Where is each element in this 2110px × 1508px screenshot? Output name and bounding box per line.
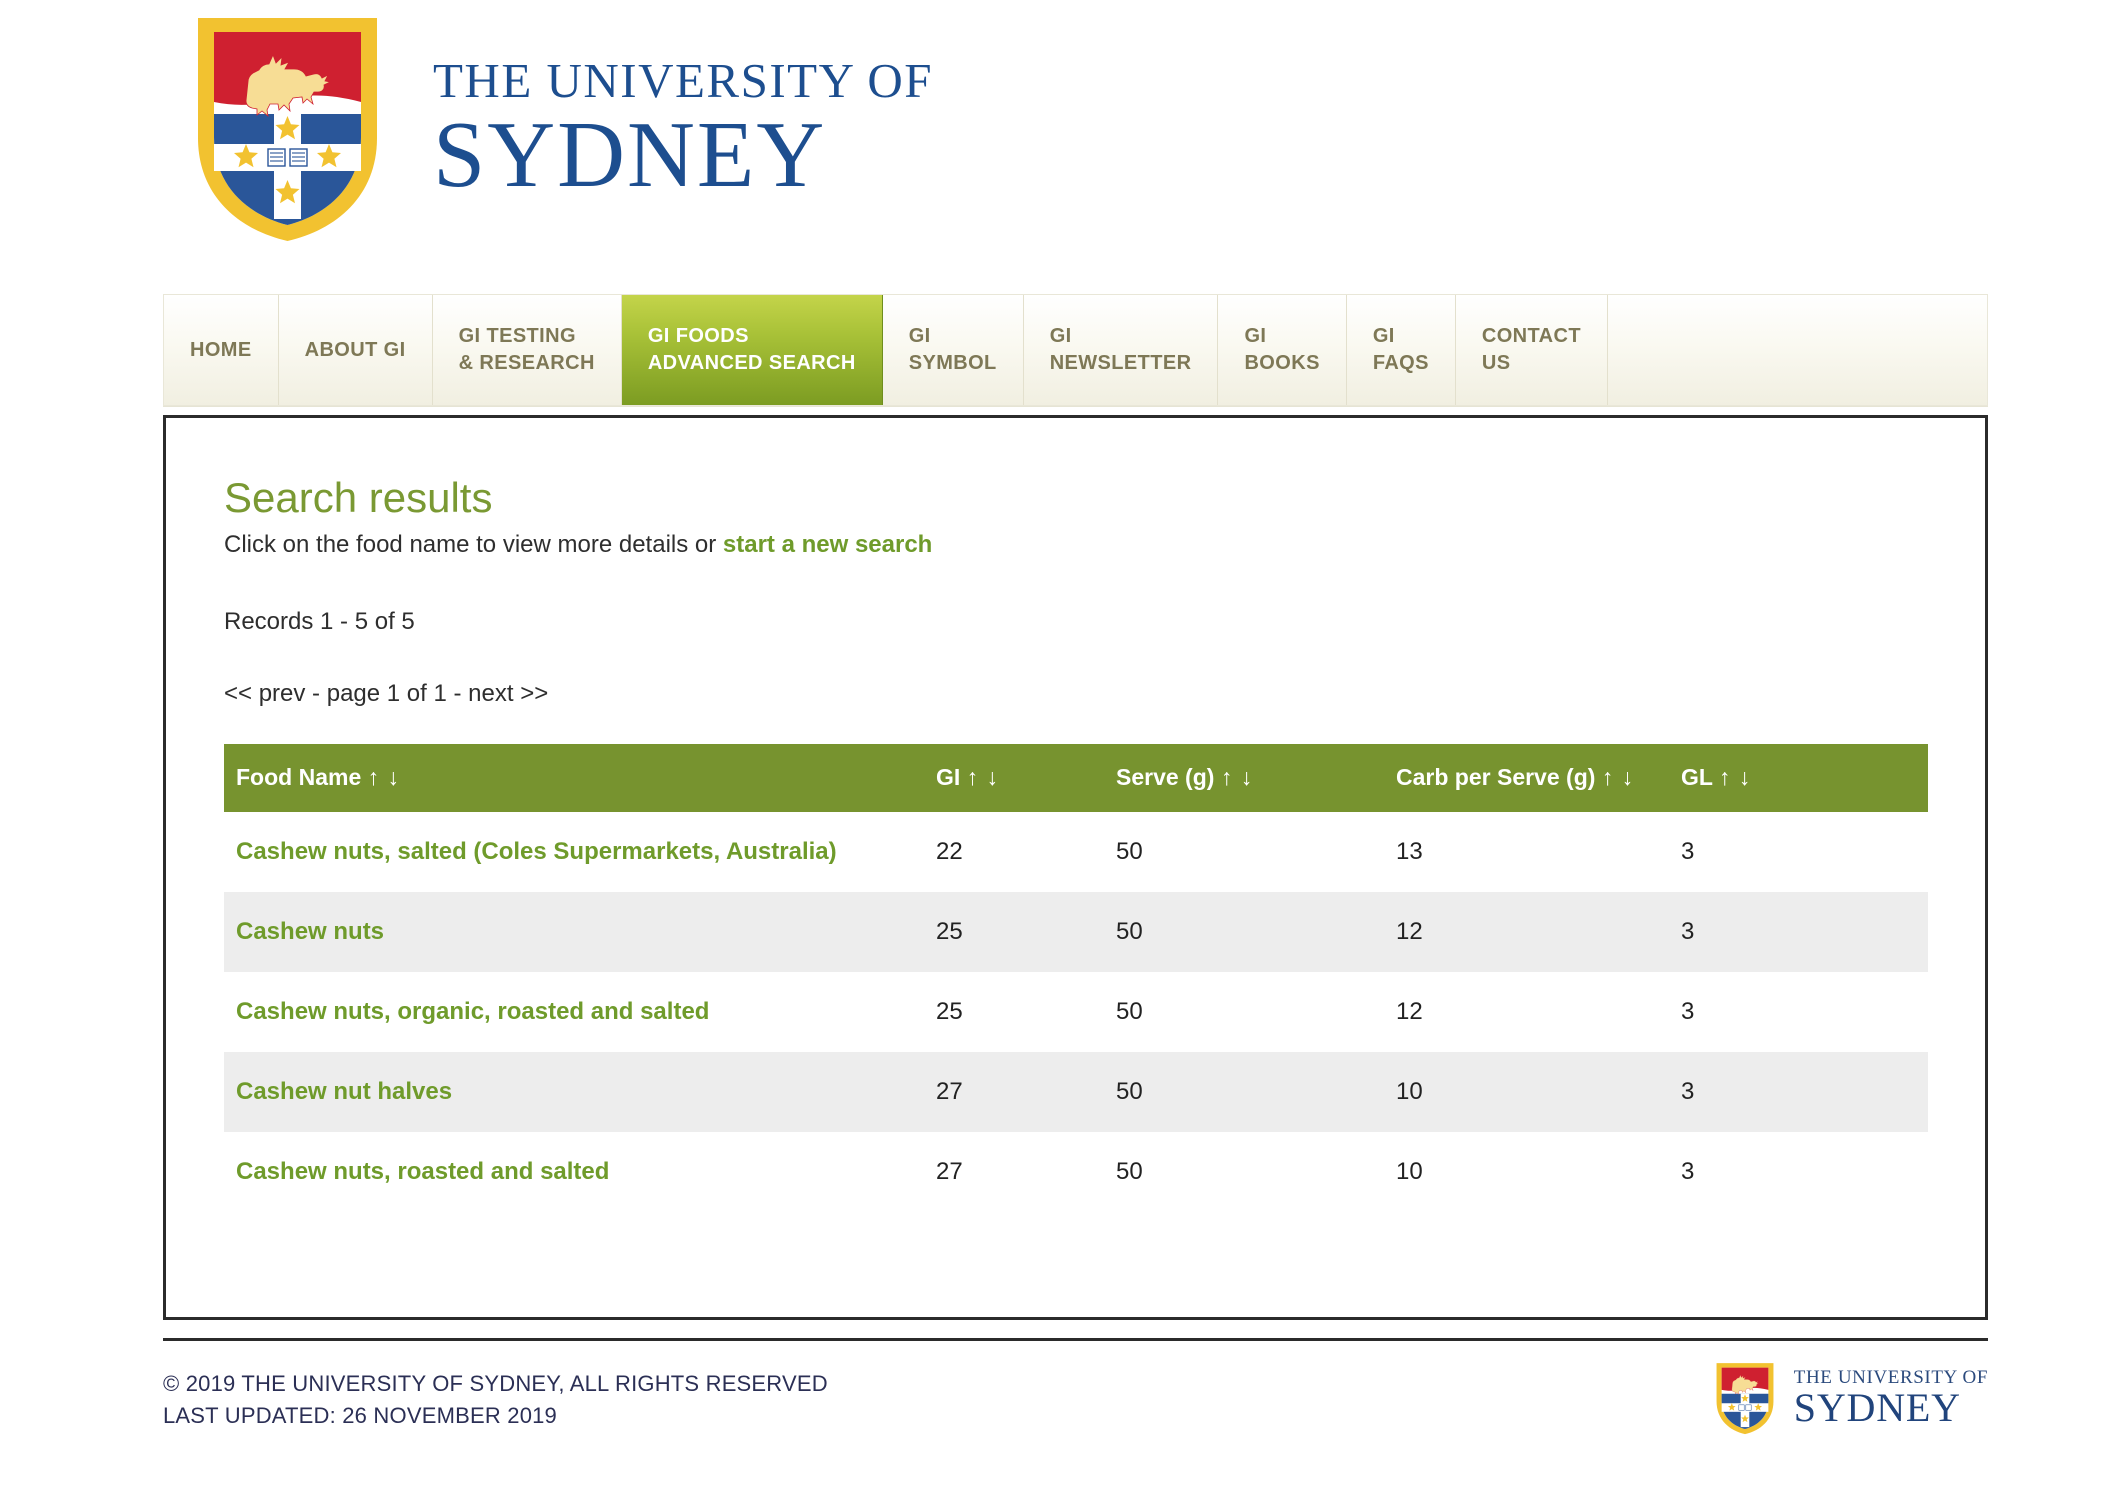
cell-serve-value: 50: [1116, 1051, 1396, 1132]
sort-arrows-icon-serve[interactable]: ↑ ↓: [1221, 764, 1253, 790]
cell-carb-per-serve-value: 10: [1396, 1157, 1423, 1185]
nav-item-label: GI BOOKS: [1244, 325, 1320, 374]
cell-food-name[interactable]: Cashew nut halves: [224, 1051, 936, 1132]
next-page-link[interactable]: next >>: [468, 680, 548, 707]
nav-item-gi-testing-research[interactable]: GI TESTING & RESEARCH: [432, 295, 622, 405]
nav-item-contact-us[interactable]: CONTACT US: [1455, 295, 1608, 405]
nav-item-label: HOME: [190, 338, 252, 361]
nav-item-label: CONTACT US: [1481, 325, 1581, 374]
cell-serve-value: 50: [1116, 1157, 1143, 1185]
table-row: Cashew nut halves 27 50 10 3: [224, 1051, 1928, 1132]
table-row: Cashew nuts, organic, roasted and salted…: [224, 972, 1928, 1052]
cell-gl-value: 3: [1681, 997, 1695, 1025]
sort-arrows-icon-gi[interactable]: ↑ ↓: [967, 764, 999, 790]
cell-food-name[interactable]: Cashew nuts: [224, 891, 936, 972]
nav-item-gi-newsletter[interactable]: GI NEWSLETTER: [1023, 295, 1219, 405]
column-label-gl: GL: [1681, 764, 1713, 791]
nav-item-label: GI FOODS ADVANCED SEARCH: [647, 325, 856, 374]
column-header-carb-per-serve[interactable]: Carb per Serve (g) ↑ ↓: [1396, 743, 1681, 812]
nav-item-label: GI NEWSLETTER: [1049, 325, 1192, 374]
nav-spacer: [1607, 295, 1987, 405]
cell-gi-value: 27: [936, 1157, 963, 1185]
table-header-row: Food Name ↑ ↓ GI ↑ ↓ Serve (g) ↑ ↓ Carb …: [224, 743, 1928, 812]
column-header-gi[interactable]: GI ↑ ↓: [936, 743, 1116, 812]
nav-item-gi-symbol[interactable]: GI SYMBOL: [882, 295, 1024, 405]
university-wordmark: THE UNIVERSITY OF SYDNEY: [433, 56, 933, 204]
cell-serve-value: 50: [1116, 891, 1396, 972]
column-header-gl[interactable]: GL ↑ ↓: [1681, 743, 1928, 812]
table-header: Food Name ↑ ↓ GI ↑ ↓ Serve (g) ↑ ↓ Carb …: [224, 743, 1928, 812]
university-crest-icon: [190, 10, 385, 245]
instruction-text: Click on the food name to view more deta…: [224, 528, 1925, 562]
main-navigation: HOME ABOUT GI GI TESTING & RESEARCH GI FOOD…: [163, 294, 1988, 406]
cell-gl-value: 3: [1681, 1051, 1928, 1132]
site-logo[interactable]: THE UNIVERSITY OF SYDNEY: [190, 10, 933, 245]
column-label-food-name: Food Name: [236, 764, 362, 791]
pagination-controls: << prev - page 1 of 1 - next >>: [224, 680, 1925, 708]
cell-gi-value: 25: [936, 997, 963, 1025]
pager-separator-1: -: [305, 679, 327, 707]
cell-gi-value: 27: [936, 1051, 1116, 1132]
wordmark-line-2: SYDNEY: [433, 102, 827, 207]
cell-serve-value: 50: [1116, 997, 1143, 1025]
instruction-prefix: Click on the food name to view more deta…: [224, 531, 723, 559]
site-footer: © 2019 THE UNIVERSITY OF SYDNEY, ALL RIG…: [163, 1358, 1988, 1498]
nav-item-gi-foods-advanced-search[interactable]: GI FOODS ADVANCED SEARCH: [621, 295, 883, 405]
nav-item-gi-books[interactable]: GI BOOKS: [1218, 295, 1347, 405]
cell-carb-per-serve-value: 13: [1396, 837, 1423, 865]
cell-gl-value: 3: [1681, 1157, 1695, 1185]
column-header-serve[interactable]: Serve (g) ↑ ↓: [1116, 743, 1396, 812]
footer-wordmark: THE UNIVERSITY OF SYDNEY: [1794, 1368, 1988, 1429]
footer-wordmark-line-2: SYDNEY: [1793, 1384, 1961, 1430]
nav-item-label: ABOUT GI: [304, 338, 406, 361]
pager-separator-2: -: [446, 679, 469, 707]
footer-divider: [163, 1338, 1988, 1341]
cell-food-name[interactable]: Cashew nuts, organic, roasted and salted: [224, 972, 936, 1052]
table-row: Cashew nuts, salted (Coles Supermarkets,…: [224, 812, 1928, 892]
start-new-search-link[interactable]: start a new search: [723, 531, 932, 558]
cell-carb-per-serve-value: 12: [1396, 997, 1423, 1025]
cell-gi-value: 25: [936, 891, 1116, 972]
nav-item-label: GI SYMBOL: [908, 325, 997, 374]
search-results-table: Food Name ↑ ↓ GI ↑ ↓ Serve (g) ↑ ↓ Carb …: [224, 743, 1928, 1212]
cell-carb-per-serve-value: 10: [1396, 1051, 1681, 1132]
table-row: Cashew nuts 25 50 12 3: [224, 891, 1928, 972]
page-title: Search results: [224, 474, 493, 521]
nav-item-gi-faqs[interactable]: GI FAQS: [1346, 295, 1456, 405]
prev-page-link[interactable]: << prev: [224, 680, 305, 707]
cell-gi-value: 22: [936, 837, 963, 865]
sort-arrows-icon-carb-per-serve[interactable]: ↑ ↓: [1602, 764, 1634, 790]
column-label-serve: Serve (g): [1116, 764, 1215, 791]
table-row: Cashew nuts, roasted and salted 27 50 10 3: [224, 1132, 1928, 1212]
content-panel: Search results Click on the food name to…: [163, 415, 1988, 1320]
footer-last-updated: LAST UPDATED: 26 NOVEMBER 2019: [163, 1402, 557, 1428]
footer-logo[interactable]: THE UNIVERSITY OF SYDNEY: [1714, 1360, 1988, 1436]
cell-serve-value: 50: [1116, 837, 1143, 865]
nav-item-label: GI FAQS: [1372, 325, 1429, 374]
nav-item-label: GI TESTING & RESEARCH: [458, 325, 595, 374]
column-label-carb-per-serve: Carb per Serve (g): [1396, 764, 1596, 791]
cell-carb-per-serve-value: 12: [1396, 891, 1681, 972]
footer-legal-text: © 2019 THE UNIVERSITY OF SYDNEY, ALL RIG…: [163, 1368, 828, 1432]
records-count: Records 1 - 5 of 5: [224, 607, 415, 635]
sort-arrows-icon-food-name[interactable]: ↑ ↓: [368, 764, 400, 790]
current-page-indicator: page 1 of 1: [326, 679, 447, 707]
footer-copyright: © 2019 THE UNIVERSITY OF SYDNEY, ALL RIG…: [163, 1371, 828, 1396]
footer-university-crest-icon: [1714, 1360, 1776, 1436]
footer-wordmark-line-1: THE UNIVERSITY OF: [1793, 1366, 1988, 1388]
table-body: Cashew nuts, salted (Coles Supermarkets,…: [224, 812, 1928, 1212]
nav-item-about-gi[interactable]: ABOUT GI: [278, 295, 433, 405]
cell-gl-value: 3: [1681, 891, 1928, 972]
column-header-food-name[interactable]: Food Name ↑ ↓: [224, 743, 936, 812]
cell-gl-value: 3: [1681, 837, 1695, 865]
cell-food-name[interactable]: Cashew nuts, salted (Coles Supermarkets,…: [224, 812, 936, 892]
sort-arrows-icon-gl[interactable]: ↑ ↓: [1719, 764, 1751, 790]
cell-food-name[interactable]: Cashew nuts, roasted and salted: [224, 1132, 936, 1212]
wordmark-line-1: THE UNIVERSITY OF: [433, 52, 934, 108]
column-label-gi: GI: [936, 764, 961, 791]
nav-item-home[interactable]: HOME: [164, 295, 279, 405]
site-header: THE UNIVERSITY OF SYDNEY: [0, 0, 2110, 285]
